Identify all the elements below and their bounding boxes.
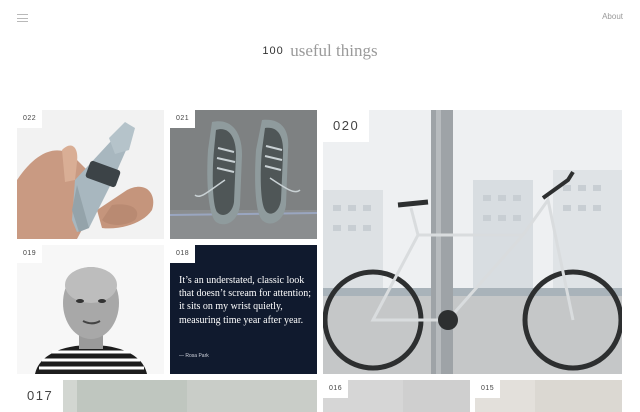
tile-number: 020 <box>323 110 370 142</box>
menu-line <box>17 14 28 15</box>
quote-author: — Rosa Park <box>179 353 209 359</box>
bicycle-photo <box>323 110 622 374</box>
about-link[interactable]: About <box>602 12 623 21</box>
sneakers-photo <box>170 110 317 239</box>
tile-number: 017 <box>17 380 64 412</box>
item-tile-016[interactable]: 016 <box>323 380 470 412</box>
item-tile-019[interactable]: 019 <box>17 245 164 374</box>
item-tile-017[interactable]: 017 <box>17 380 317 412</box>
item-tile-022[interactable]: 022 <box>17 110 164 239</box>
hamburger-menu-icon[interactable] <box>17 14 28 22</box>
portrait-photo <box>17 245 164 374</box>
tile-number: 022 <box>17 110 43 128</box>
tile-number: 016 <box>323 380 349 398</box>
item-tile-018[interactable]: 018 It’s an understated, classic look th… <box>170 245 317 374</box>
menu-line <box>17 17 28 19</box>
tile-number: 015 <box>475 380 501 398</box>
menu-line <box>17 21 28 22</box>
site-title-text: useful things <box>290 41 378 60</box>
site-title-number: 100 <box>262 45 284 57</box>
tile-number: 021 <box>170 110 196 128</box>
item-tile-015[interactable]: 015 <box>475 380 622 412</box>
quote-text: It’s an understated, classic look that d… <box>179 275 311 326</box>
item-tile-021[interactable]: 021 <box>170 110 317 239</box>
tile-number: 019 <box>17 245 43 263</box>
tile-number: 018 <box>170 245 196 263</box>
item-tile-020[interactable]: 020 <box>323 110 622 374</box>
wrench-photo <box>17 110 164 239</box>
site-title: 100 useful things <box>0 41 640 61</box>
